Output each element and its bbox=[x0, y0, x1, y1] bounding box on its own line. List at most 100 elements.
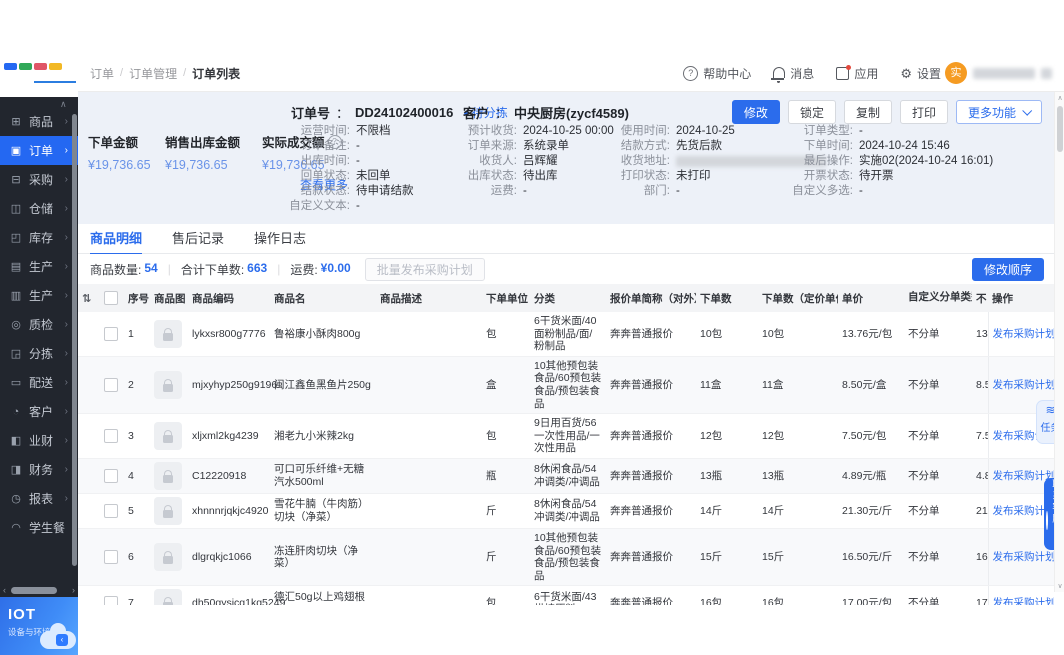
topbar-action-设置[interactable]: ⚙ 设置 bbox=[900, 65, 941, 82]
cell-check bbox=[100, 356, 124, 415]
修改-button[interactable]: 修改 bbox=[731, 100, 780, 124]
amount-value: ¥19,736.65 bbox=[88, 158, 151, 172]
sidebar-item-库存[interactable]: ◰ 库存 › bbox=[0, 223, 78, 252]
field-value: 2024-10-24 15:46 bbox=[859, 140, 950, 152]
sidebar-item-label: 分拣 bbox=[29, 347, 54, 361]
tab-商品明细[interactable]: 商品明细 bbox=[90, 224, 143, 255]
cell-code: lykxsr800g7776 bbox=[188, 312, 270, 357]
product-image-placeholder bbox=[154, 370, 182, 399]
tab-售后记录[interactable]: 售后记录 bbox=[172, 224, 224, 253]
cell-qty2: 10包 bbox=[758, 312, 838, 357]
row-checkbox[interactable] bbox=[104, 326, 118, 341]
cell-img bbox=[150, 493, 188, 529]
row-checkbox[interactable] bbox=[104, 377, 118, 392]
sidebar-item-报表[interactable]: ◷ 报表 › bbox=[0, 484, 78, 513]
row-checkbox[interactable] bbox=[104, 503, 118, 518]
sort-icon[interactable]: ⇅ bbox=[82, 293, 91, 305]
detail-field: 结款状态: 待申请结款 bbox=[282, 184, 414, 199]
scroll-down-icon[interactable]: ∨ bbox=[1055, 582, 1064, 590]
stat-value: 54 bbox=[144, 260, 158, 275]
scroll-right-icon[interactable]: › bbox=[69, 585, 78, 595]
sidebar-item-配送[interactable]: ▭ 配送 › bbox=[0, 368, 78, 397]
iot-banner[interactable]: IOT 设备与环境 ‹ bbox=[0, 597, 78, 655]
打印-button[interactable]: 打印 bbox=[899, 100, 948, 124]
column-header-drag: ⇅ bbox=[78, 284, 100, 312]
breadcrumb-item[interactable]: 订单 bbox=[90, 65, 114, 82]
cell-name: 可口可乐纤维+无糖汽水500ml bbox=[270, 458, 376, 494]
table-row: 2 mjxyhyp250g9196 闽江鑫鱼黑鱼片250g 盒 10其他预包装食品/60… bbox=[78, 356, 1055, 415]
reorder-button[interactable]: 修改顺序 bbox=[971, 257, 1044, 281]
field-value: 待申请结款 bbox=[356, 185, 414, 197]
sidebar-item-客户[interactable]: ◔ 客户 › bbox=[0, 397, 78, 426]
user-menu-icon[interactable] bbox=[1041, 67, 1052, 79]
sorting-icon: ◲ bbox=[10, 348, 22, 360]
row-checkbox[interactable] bbox=[104, 429, 118, 444]
cell-cut: 21 bbox=[972, 493, 988, 529]
sidebar-item-生产[interactable]: ▤ 生产 › bbox=[0, 252, 78, 281]
main-vertical-scrollbar[interactable]: ∧ ∨ bbox=[1054, 92, 1064, 592]
cell-qty: 14斤 bbox=[696, 493, 758, 529]
row-checkbox[interactable] bbox=[104, 550, 118, 565]
field-label: 订单来源: bbox=[467, 140, 517, 152]
scroll-up-icon[interactable]: ∧ bbox=[1055, 94, 1064, 102]
column-header-img: 商品图 bbox=[150, 284, 188, 312]
lock-icon bbox=[163, 469, 173, 483]
lock-icon bbox=[163, 597, 173, 605]
stat-item: 运费: ¥0.00 bbox=[290, 260, 351, 277]
sidebar-item-label: 生产 bbox=[29, 260, 54, 274]
sidebar-item-仓储[interactable]: ◫ 仓储 › bbox=[0, 194, 78, 223]
sidebar-item-质检[interactable]: ◎ 质检 › bbox=[0, 310, 78, 339]
chevron-right-icon: › bbox=[64, 174, 68, 185]
sidebar-item-业财[interactable]: ◧ 业财 › bbox=[0, 426, 78, 455]
sidebar-item-分拣[interactable]: ◲ 分拣 › bbox=[0, 339, 78, 368]
sidebar-horizontal-scrollbar[interactable]: ‹ › bbox=[0, 583, 78, 597]
breadcrumb-item[interactable]: 订单管理 bbox=[129, 65, 177, 82]
vscroll-thumb[interactable] bbox=[1057, 106, 1063, 152]
sidebar-menu: ⊞ 商品 › ▣ 订单 › ⊟ 采购 › ◫ 仓储 › ◰ 库存 › ▤ 生产 › ▥ 生产 › ◎ 质检 › ◲ 分拣 › ▭ 配送 ›… bbox=[0, 97, 78, 583]
sidebar-item-采购[interactable]: ⊟ 采购 › bbox=[0, 165, 78, 194]
hscroll-thumb[interactable] bbox=[11, 586, 57, 594]
sidebar-item-商品[interactable]: ⊞ 商品 › bbox=[0, 107, 78, 136]
topbar-action-帮助中心[interactable]: ? 帮助中心 bbox=[683, 65, 751, 82]
sidebar-item-label: 学生餐 bbox=[29, 521, 66, 535]
topbar-action-消息[interactable]: 消息 bbox=[771, 65, 814, 83]
row-checkbox[interactable] bbox=[104, 596, 118, 605]
publish-purchase-plan-link[interactable]: 发布采购计划 bbox=[993, 379, 1055, 391]
batch-publish-button[interactable]: 批量发布采购计划 bbox=[364, 257, 485, 281]
cell-cut: 16 bbox=[972, 528, 988, 587]
sidebar-item-生产[interactable]: ▥ 生产 › bbox=[0, 281, 78, 310]
topbar-action-应用[interactable]: 应用 bbox=[836, 64, 878, 82]
stat-item: 合计下单数: 663 bbox=[180, 260, 268, 277]
cell-check bbox=[100, 312, 124, 357]
sidebar-scrollbar-thumb[interactable] bbox=[72, 114, 77, 566]
avatar-group[interactable]: 实 bbox=[945, 62, 1052, 84]
field-value: 未打印 bbox=[676, 170, 711, 182]
cell-price: 7.50元/包 bbox=[838, 413, 904, 459]
sidebar-item-订单[interactable]: ▣ 订单 › bbox=[0, 136, 78, 165]
tab-操作日志[interactable]: 操作日志 bbox=[254, 224, 306, 253]
复制-button[interactable]: 复制 bbox=[843, 100, 892, 124]
menu-scroll-up-icon[interactable]: ∧ bbox=[60, 99, 67, 110]
cell-action: 发布采购计划 bbox=[987, 585, 1055, 605]
field-value: - bbox=[676, 185, 680, 197]
scroll-left-icon[interactable]: ‹ bbox=[0, 585, 9, 595]
breadcrumb-item: 订单列表 bbox=[192, 66, 241, 81]
sidebar-item-label: 客户 bbox=[29, 405, 54, 419]
cell-qty2: 11盒 bbox=[758, 356, 838, 415]
table-row: 6 dlgrqkjc1066 冻连肝肉切块（净菜） 斤 10其他预包装食品/60预包装食… bbox=[78, 528, 1055, 587]
chevron-right-icon: › bbox=[64, 232, 68, 243]
amount-value: ¥19,736.65 bbox=[165, 158, 228, 172]
sidebar-item-财务[interactable]: ◨ 财务 › bbox=[0, 455, 78, 484]
publish-purchase-plan-link[interactable]: 发布采购计划 bbox=[993, 597, 1055, 605]
更多功能-button[interactable]: 更多功能 bbox=[955, 100, 1042, 124]
cell-seq: 4 bbox=[124, 458, 150, 494]
detail-field: 最后操作: 实施02(2024-10-24 16:01) bbox=[783, 154, 993, 169]
avatar[interactable]: 实 bbox=[945, 62, 967, 84]
publish-purchase-plan-link[interactable]: 发布采购计划 bbox=[993, 551, 1055, 563]
锁定-button[interactable]: 锁定 bbox=[787, 100, 836, 124]
select-all-checkbox[interactable] bbox=[104, 291, 118, 305]
cell-qty: 12包 bbox=[696, 413, 758, 459]
sidebar-item-学生餐[interactable]: ◠ 学生餐 bbox=[0, 513, 78, 542]
row-checkbox[interactable] bbox=[104, 468, 118, 483]
publish-purchase-plan-link[interactable]: 发布采购计划 bbox=[993, 328, 1055, 340]
